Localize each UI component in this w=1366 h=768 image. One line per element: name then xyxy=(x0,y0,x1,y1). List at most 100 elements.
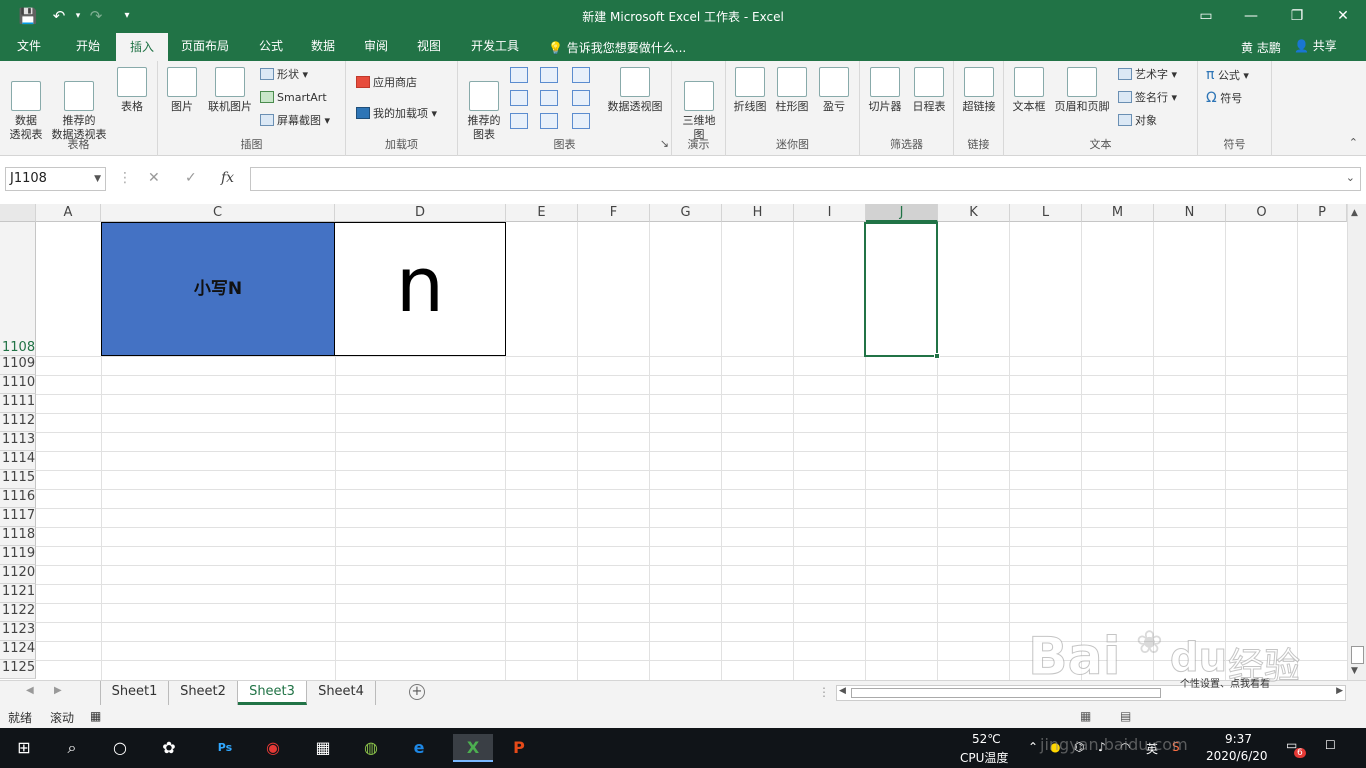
scroll-up-icon[interactable]: ▲ xyxy=(1351,208,1358,218)
scroll-left-icon[interactable]: ◀ xyxy=(839,686,846,696)
page-layout-view-icon[interactable]: ▤ xyxy=(1120,709,1131,723)
sparkline-winloss-button[interactable]: 盈亏 xyxy=(816,67,852,114)
tab-page-layout[interactable]: 页面布局 xyxy=(172,33,238,61)
row-header-1124[interactable]: 1124 xyxy=(0,641,36,660)
netease-music-icon[interactable]: ◉ xyxy=(259,734,287,762)
row-header-1110[interactable]: 1110 xyxy=(0,375,36,394)
scroll-right-icon[interactable]: ▶ xyxy=(1336,686,1343,696)
cell-d1108[interactable]: n xyxy=(335,222,506,356)
radar-chart-icon[interactable] xyxy=(572,113,590,129)
my-addins-button[interactable]: 我的加载项 ▾ xyxy=(356,104,437,124)
object-button[interactable]: 对象 xyxy=(1118,111,1157,131)
smartart-button[interactable]: SmartArt xyxy=(260,88,327,108)
action-center-icon[interactable]: ☐ xyxy=(1325,738,1336,752)
column-header-f[interactable]: F xyxy=(578,204,650,222)
sparkline-column-button[interactable]: 柱形图 xyxy=(772,67,812,114)
column-header-i[interactable]: I xyxy=(794,204,866,222)
symbol-button[interactable]: Ω 符号 xyxy=(1206,88,1242,108)
sheet-tab-1[interactable]: Sheet1 xyxy=(100,681,169,705)
hscroll-thumb[interactable] xyxy=(851,688,1161,698)
textbox-button[interactable]: 文本框 xyxy=(1008,67,1050,114)
pivot-chart-button[interactable]: 数据透视图 xyxy=(604,67,666,114)
restore-button[interactable]: ❐ xyxy=(1274,4,1320,28)
store-button[interactable]: 应用商店 xyxy=(356,73,417,93)
column-header-o[interactable]: O xyxy=(1226,204,1298,222)
row-header-1121[interactable]: 1121 xyxy=(0,584,36,603)
tab-review[interactable]: 审阅 xyxy=(353,33,399,61)
enter-icon[interactable]: ✓ xyxy=(185,170,197,186)
sheet-tab-4[interactable]: Sheet4 xyxy=(307,681,376,705)
minimize-button[interactable]: — xyxy=(1228,4,1274,28)
scroll-thumb[interactable] xyxy=(1351,646,1364,664)
calculator-icon[interactable]: ▦ xyxy=(309,734,337,762)
insert-function-icon[interactable]: fx xyxy=(221,170,234,186)
screenshot-button[interactable]: 屏幕截图 ▾ xyxy=(260,111,330,131)
column-header-c[interactable]: C xyxy=(101,204,335,222)
recommended-charts-button[interactable]: 推荐的 图表 xyxy=(462,67,506,142)
worksheet-grid[interactable]: A C D E F G H I J K L M N O P 1108 1109 … xyxy=(0,204,1366,680)
wordart-button[interactable]: 艺术字 ▾ xyxy=(1118,65,1177,85)
active-cell-j1108[interactable] xyxy=(864,222,940,359)
column-header-g[interactable]: G xyxy=(650,204,722,222)
tell-me-box[interactable]: 💡 告诉我您想要做什么... xyxy=(548,39,686,56)
recommended-pivot-button[interactable]: 推荐的 数据透视表 xyxy=(50,67,108,142)
pie-chart-icon[interactable] xyxy=(510,113,528,129)
sparkline-line-button[interactable]: 折线图 xyxy=(730,67,770,114)
formula-input[interactable]: ⌄ xyxy=(250,167,1361,191)
clock-time[interactable]: 9:37 xyxy=(1225,732,1252,746)
row-header-1108[interactable]: 1108 xyxy=(0,222,36,356)
signature-line-button[interactable]: 签名行 ▾ xyxy=(1118,88,1177,108)
vertical-scrollbar[interactable]: ▲ ▼ xyxy=(1347,204,1366,680)
line-chart-icon[interactable] xyxy=(510,90,528,106)
chevron-down-icon[interactable]: ▼ xyxy=(94,168,101,190)
row-header-1114[interactable]: 1114 xyxy=(0,451,36,470)
sheet-tab-2[interactable]: Sheet2 xyxy=(169,681,238,705)
tab-insert[interactable]: 插入 xyxy=(116,33,168,61)
timeline-button[interactable]: 日程表 xyxy=(908,67,950,114)
collapse-ribbon-icon[interactable]: ⌃ xyxy=(1349,136,1358,149)
sogou-ime-icon[interactable]: S xyxy=(1172,740,1180,754)
next-sheet-icon[interactable]: ▶ xyxy=(54,685,62,696)
equation-button[interactable]: π 公式 ▾ xyxy=(1206,65,1249,85)
column-header-m[interactable]: M xyxy=(1082,204,1154,222)
ribbon-display-options-icon[interactable]: ▭ xyxy=(1183,4,1229,28)
3d-map-button[interactable]: 三维地 图 xyxy=(677,67,721,142)
user-name[interactable]: 黄 志鹏 xyxy=(1241,39,1281,56)
row-header-1112[interactable]: 1112 xyxy=(0,413,36,432)
statistic-chart-icon[interactable] xyxy=(540,90,558,106)
row-header-1119[interactable]: 1119 xyxy=(0,546,36,565)
row-header-1117[interactable]: 1117 xyxy=(0,508,36,527)
hyperlink-button[interactable]: 超链接 xyxy=(958,67,1000,114)
sheet-tab-3[interactable]: Sheet3 xyxy=(238,681,307,705)
photoshop-icon[interactable]: Ps xyxy=(211,734,239,762)
clock-date[interactable]: 2020/6/20 xyxy=(1206,749,1268,763)
tray-app-icon[interactable]: ● xyxy=(1050,740,1060,754)
tab-developer[interactable]: 开发工具 xyxy=(462,33,528,61)
online-pictures-button[interactable]: 联机图片 xyxy=(204,67,256,114)
tab-formulas[interactable]: 公式 xyxy=(248,33,294,61)
row-header-1111[interactable]: 1111 xyxy=(0,394,36,413)
column-header-l[interactable]: L xyxy=(1010,204,1082,222)
cell-c1108[interactable]: 小写N xyxy=(101,222,335,356)
row-header-1115[interactable]: 1115 xyxy=(0,470,36,489)
tab-data[interactable]: 数据 xyxy=(300,33,346,61)
scatter-chart-icon[interactable] xyxy=(540,113,558,129)
row-header-1109[interactable]: 1109 xyxy=(0,356,36,375)
pictures-button[interactable]: 图片 xyxy=(164,67,200,114)
column-header-a[interactable]: A xyxy=(36,204,101,222)
network-icon[interactable]: ⌬ xyxy=(1074,740,1084,754)
row-header-1118[interactable]: 1118 xyxy=(0,527,36,546)
macro-record-icon[interactable]: ▦ xyxy=(90,709,101,723)
column-header-n[interactable]: N xyxy=(1154,204,1226,222)
360-browser-icon[interactable]: ◍ xyxy=(357,734,385,762)
hierarchy-chart-icon[interactable] xyxy=(540,67,558,83)
column-header-j[interactable]: J xyxy=(866,204,938,222)
select-all-button[interactable] xyxy=(0,204,36,222)
tab-view[interactable]: 视图 xyxy=(406,33,452,61)
fill-handle[interactable] xyxy=(934,353,940,359)
horizontal-scrollbar[interactable]: ◀ ▶ xyxy=(836,685,1346,701)
expand-formula-icon[interactable]: ⌄ xyxy=(1346,171,1355,184)
header-footer-button[interactable]: 页眉和页脚 xyxy=(1050,67,1114,114)
normal-view-icon[interactable]: ▦ xyxy=(1080,709,1091,723)
ime-language[interactable]: 英 xyxy=(1146,740,1158,757)
